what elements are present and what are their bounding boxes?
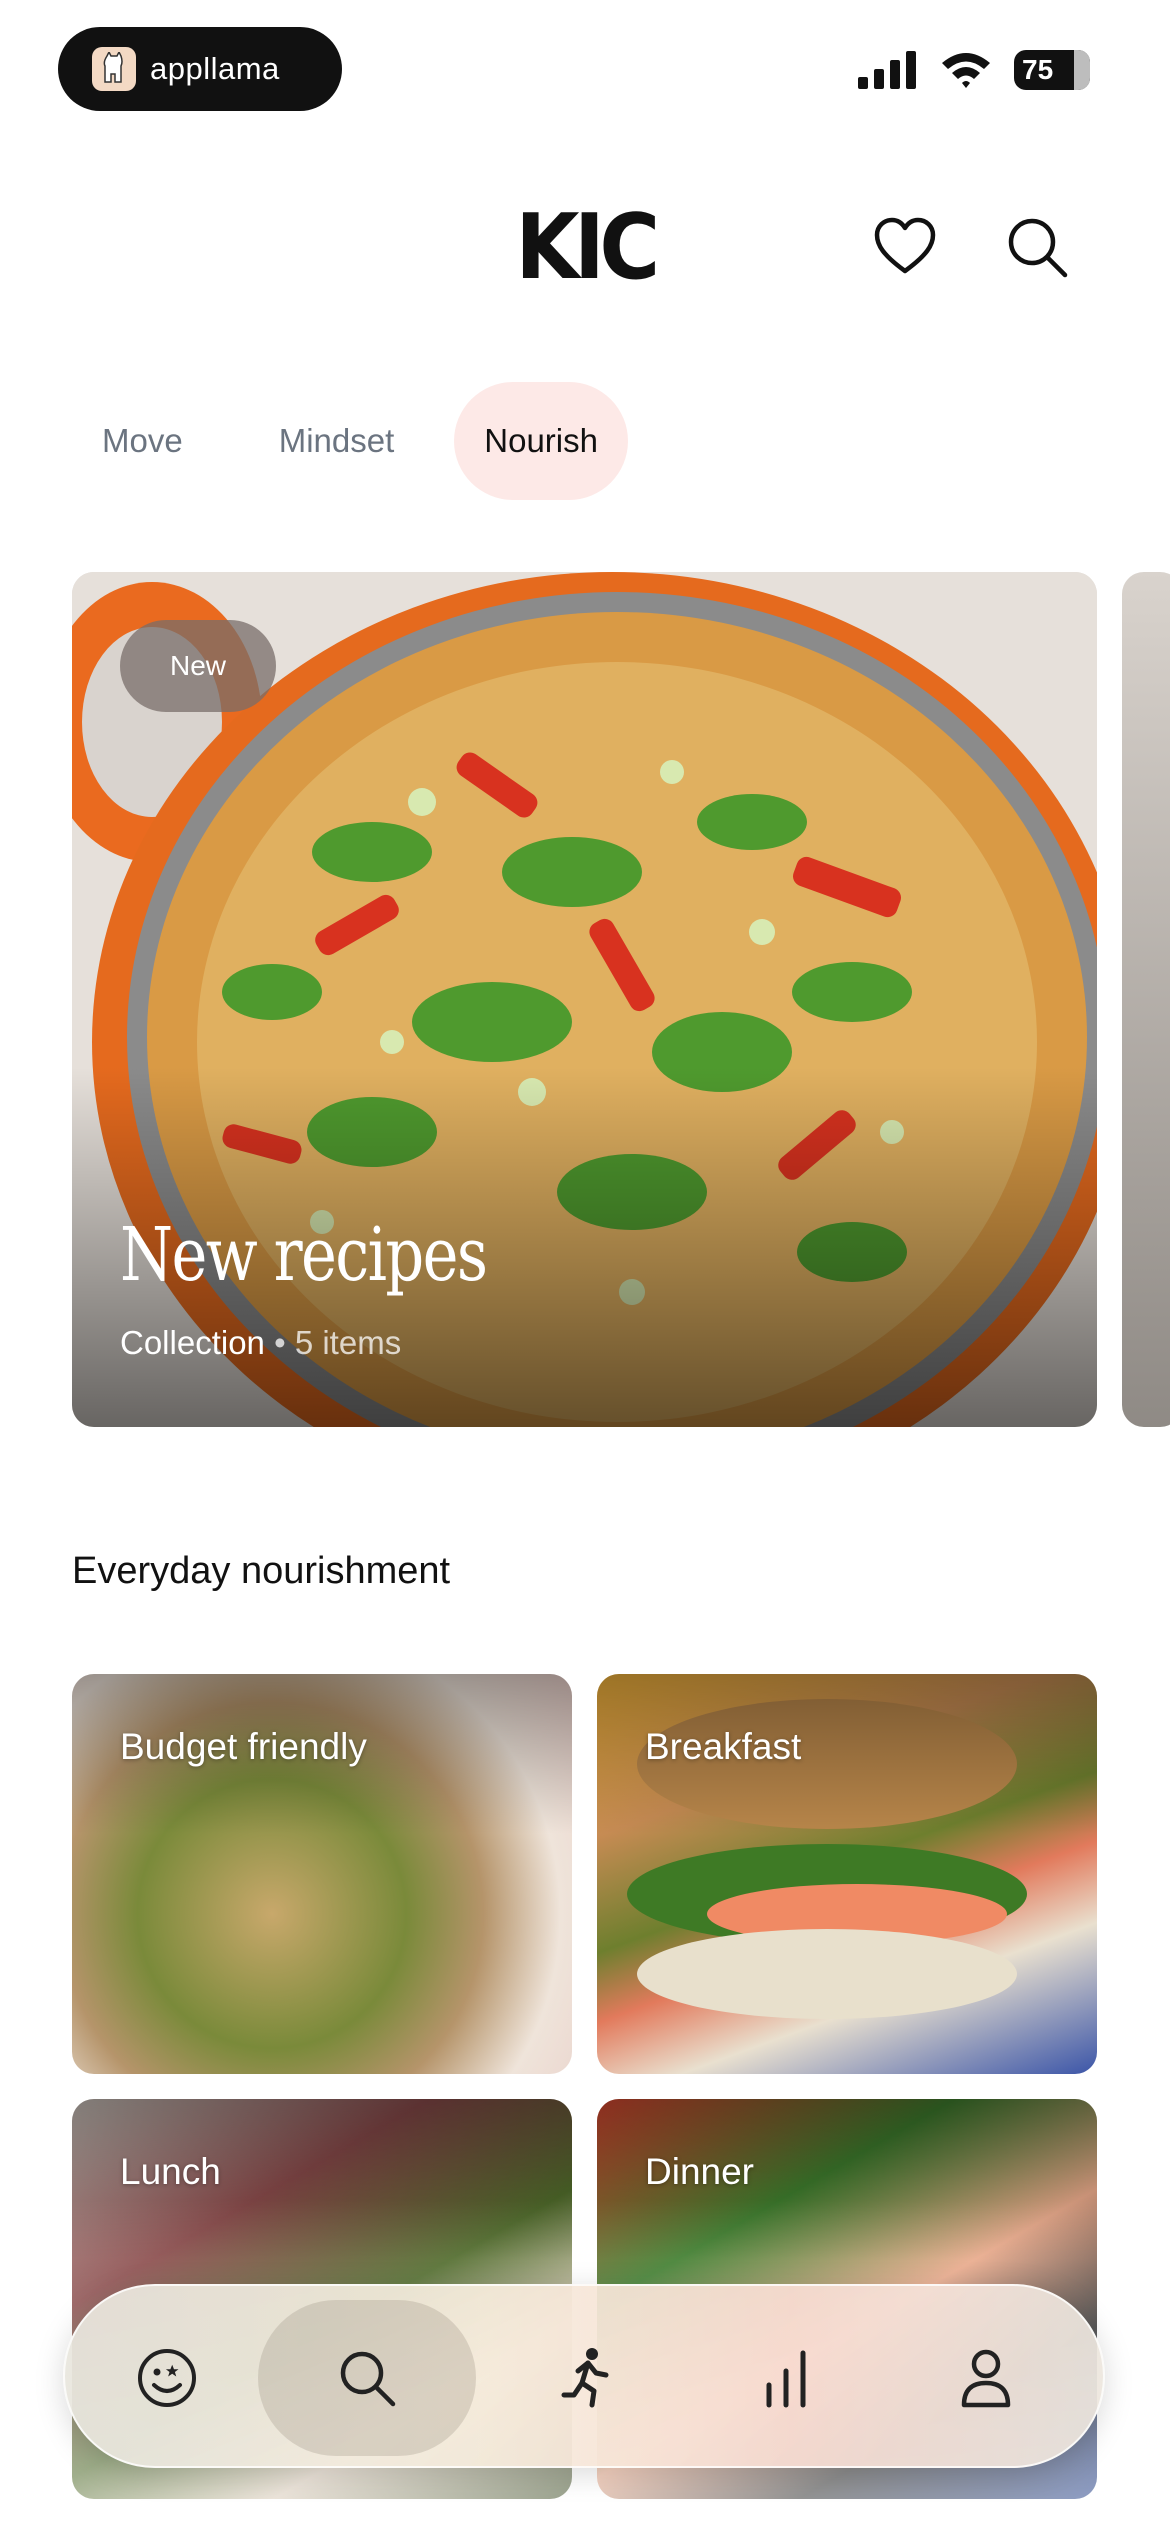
tile-label: Breakfast	[645, 1726, 802, 1767]
section-title: Everyday nourishment	[72, 1550, 451, 1592]
nav-search[interactable]	[258, 2286, 476, 2470]
nav-today[interactable]	[92, 2286, 242, 2470]
new-badge: New	[120, 620, 276, 712]
hero-subtitle: Collection • 5 items	[120, 1324, 401, 1362]
bar-chart-icon	[766, 2350, 806, 2408]
hero-type: Collection	[120, 1324, 265, 1361]
bottom-nav-bar	[63, 2284, 1105, 2468]
tab-move[interactable]: Move	[72, 382, 213, 500]
tile-label: Budget friendly	[120, 1726, 367, 1767]
tile-label: Dinner	[645, 2151, 754, 2192]
kic-logo: KIC	[515, 195, 660, 300]
search-icon	[340, 2351, 396, 2407]
tab-nourish[interactable]: Nourish	[454, 382, 628, 500]
tile-label: Lunch	[120, 2151, 221, 2192]
app-badge-pill: appllama	[58, 27, 342, 111]
new-recipes-card[interactable]: New New recipes Collection • 5 items	[72, 572, 1097, 1427]
hero-separator: •	[274, 1324, 286, 1361]
tile-breakfast[interactable]: Breakfast	[597, 1674, 1097, 2074]
nav-workouts[interactable]	[511, 2286, 661, 2470]
running-icon	[561, 2348, 609, 2408]
cellular-signal-icon	[858, 51, 916, 89]
heart-icon	[874, 217, 936, 274]
search-button[interactable]	[1002, 212, 1072, 282]
nav-profile[interactable]	[911, 2286, 1061, 2470]
battery-indicator: 75	[1014, 50, 1090, 90]
category-tabs: Move Mindset Nourish	[72, 382, 664, 500]
search-icon	[1008, 218, 1068, 278]
smiley-icon	[138, 2349, 196, 2407]
wifi-icon	[942, 53, 990, 88]
profile-icon	[961, 2349, 1011, 2408]
next-carousel-card[interactable]	[1122, 572, 1170, 1427]
tile-budget-friendly[interactable]: Budget friendly	[72, 1674, 572, 2074]
hero-title: New recipes	[120, 1212, 488, 1298]
llama-icon	[92, 47, 136, 91]
tab-mindset[interactable]: Mindset	[249, 382, 425, 500]
hero-item-count: 5 items	[294, 1324, 402, 1361]
battery-level: 75	[1022, 54, 1054, 85]
status-icons: 75	[858, 50, 1090, 90]
nav-progress[interactable]	[711, 2286, 861, 2470]
app-brand-label: appllama	[150, 51, 280, 86]
favorites-button[interactable]	[870, 212, 940, 282]
